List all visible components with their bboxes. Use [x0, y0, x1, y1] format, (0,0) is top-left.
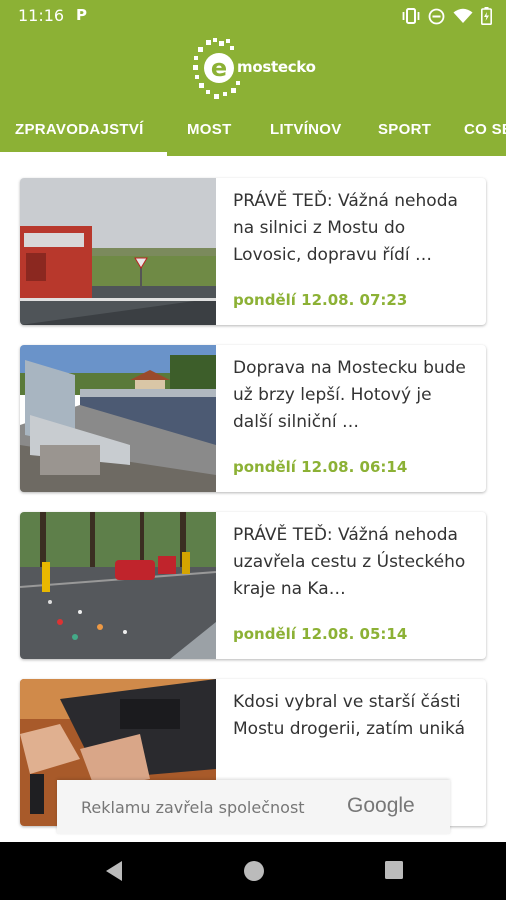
tab-co-se[interactable]: CO SE: [464, 108, 506, 156]
google-logo: Google: [347, 794, 415, 817]
article-date: pondělí 12.08. 05:14: [233, 625, 408, 643]
tab-most[interactable]: MOST: [187, 108, 232, 156]
article-title: PRÁVĚ TEĎ: Vážná nehoda na silnici z Mos…: [233, 191, 458, 265]
article-title: Kdosi vybral ve starší části Mostu droge…: [233, 692, 465, 739]
article-list: PRÁVĚ TEĎ: Vážná nehoda na silnici z Mos…: [0, 156, 506, 842]
home-icon[interactable]: [243, 860, 265, 886]
article-thumbnail: [20, 512, 216, 659]
svg-text:e: e: [211, 54, 227, 82]
article-title: Doprava na Mostecku bude už brzy lepší. …: [233, 358, 466, 432]
category-tabs: ZPRAVODAJSTVÍ MOST LITVÍNOV SPORT CO SE: [0, 108, 506, 156]
vibrate-icon: [402, 8, 420, 28]
ad-closed-text: Reklamu zavřela společnost: [81, 798, 305, 817]
mostecko-logo[interactable]: e mostecko: [192, 38, 322, 100]
article-card[interactable]: PRÁVĚ TEĎ: Vážná nehoda uzavřela cestu z…: [20, 512, 486, 659]
status-bar: 11:16 P: [0, 0, 506, 32]
do-not-disturb-icon: [428, 8, 445, 29]
article-title: PRÁVĚ TEĎ: Vážná nehoda uzavřela cestu z…: [233, 525, 466, 599]
article-card[interactable]: PRÁVĚ TEĎ: Vážná nehoda na silnici z Mos…: [20, 178, 486, 325]
article-thumbnail: [20, 345, 216, 492]
parking-notification-icon: P: [76, 6, 87, 24]
battery-icon: [481, 7, 492, 29]
back-icon[interactable]: [104, 860, 124, 886]
tab-litvinov[interactable]: LITVÍNOV: [270, 108, 342, 156]
tab-zpravodajstvi[interactable]: ZPRAVODAJSTVÍ: [0, 108, 167, 156]
app-header: e mostecko: [0, 32, 506, 108]
article-card[interactable]: Doprava na Mostecku bude už brzy lepší. …: [20, 345, 486, 492]
tab-sport[interactable]: SPORT: [378, 108, 431, 156]
status-time: 11:16: [18, 6, 65, 25]
logo-text: mostecko: [237, 58, 316, 76]
status-icons: [402, 7, 492, 29]
recents-icon[interactable]: [384, 860, 404, 884]
wifi-icon: [453, 8, 473, 28]
article-thumbnail: [20, 178, 216, 325]
system-nav-bar: [0, 842, 506, 900]
ad-closed-banner: Reklamu zavřela společnost Google: [57, 780, 450, 834]
article-date: pondělí 12.08. 06:14: [233, 458, 408, 476]
article-date: pondělí 12.08. 07:23: [233, 291, 408, 309]
